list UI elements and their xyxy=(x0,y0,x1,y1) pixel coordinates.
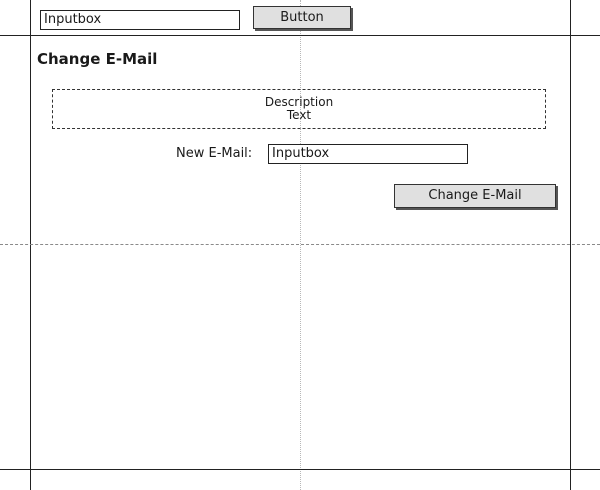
center-guide xyxy=(300,0,301,490)
change-email-button[interactable]: Change E-Mail xyxy=(394,184,556,208)
right-margin-guide xyxy=(570,0,571,490)
top-button[interactable]: Button xyxy=(253,6,351,29)
header-divider xyxy=(0,35,600,36)
new-email-input[interactable]: Inputbox xyxy=(268,144,468,164)
page-title: Change E-Mail xyxy=(37,50,158,68)
new-email-label: New E-Mail: xyxy=(176,146,253,161)
left-margin-guide xyxy=(30,0,31,490)
footer-divider xyxy=(0,469,600,470)
fold-guide xyxy=(0,244,600,245)
wireframe-canvas: Inputbox Button Change E-Mail Descriptio… xyxy=(0,0,600,490)
top-search-input[interactable]: Inputbox xyxy=(40,10,240,30)
description-box: Description Text xyxy=(52,89,546,129)
description-line-2: Text xyxy=(286,108,312,122)
